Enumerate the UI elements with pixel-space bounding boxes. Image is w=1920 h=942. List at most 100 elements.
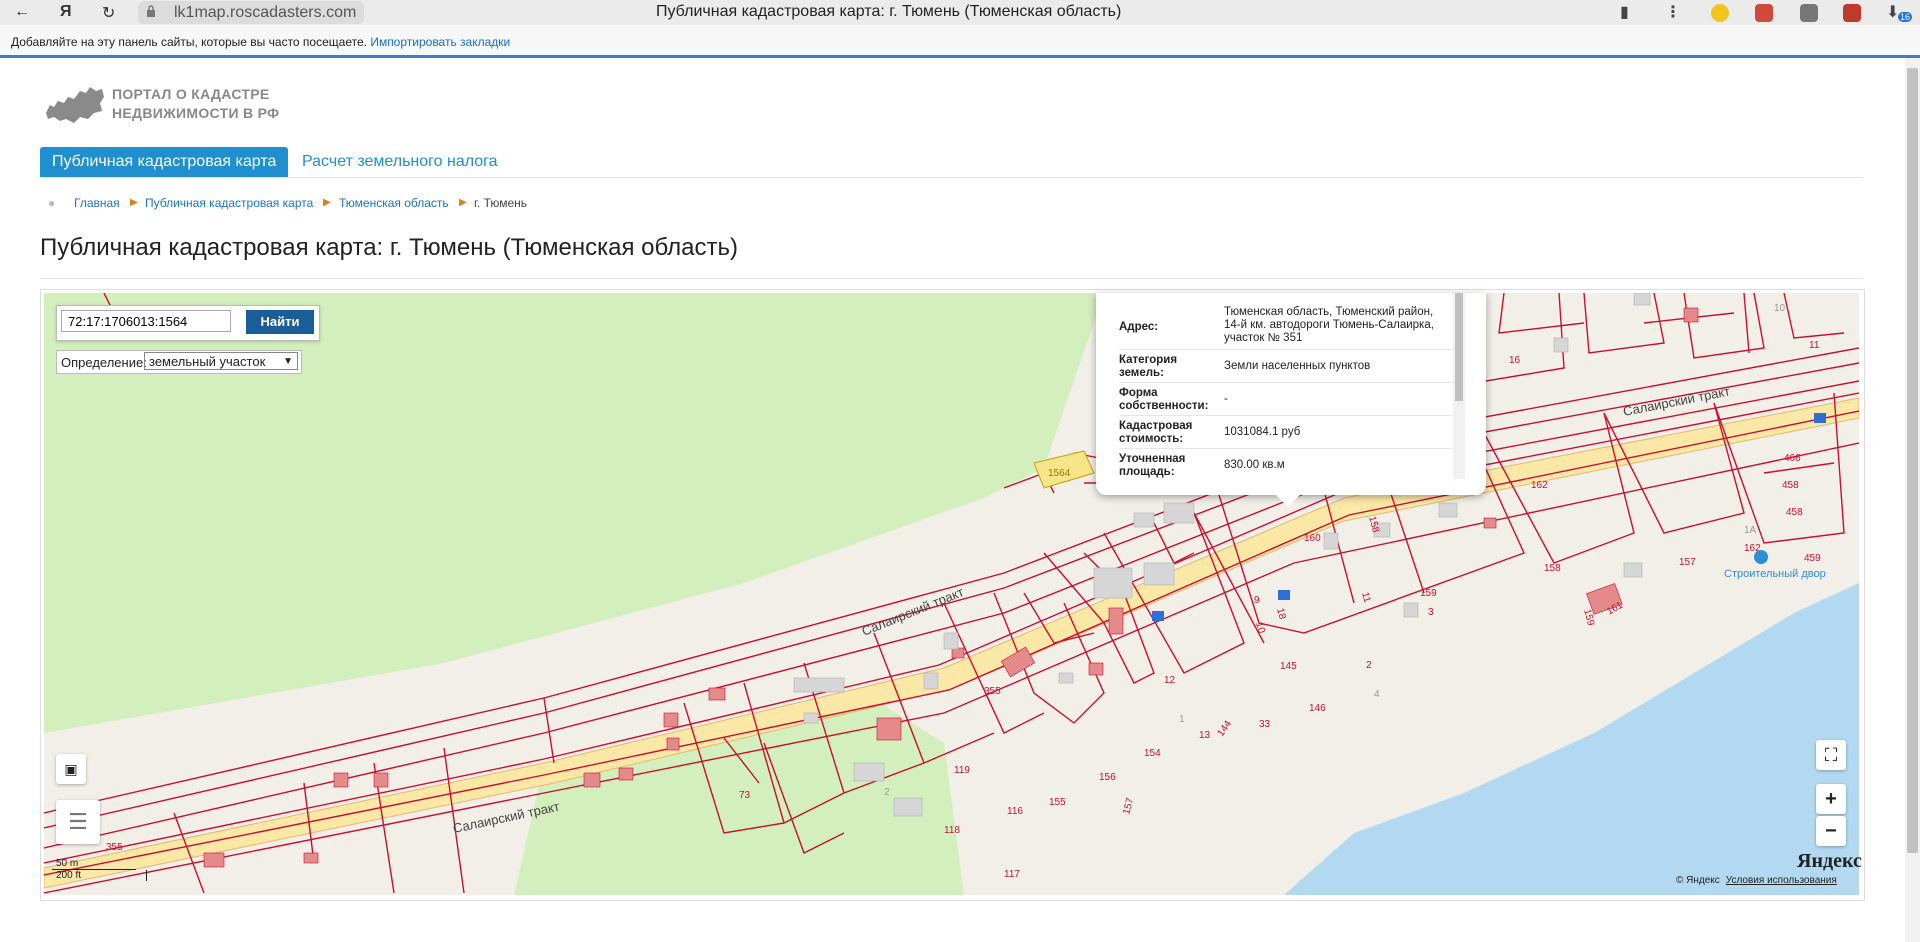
parcel-label: 119 — [954, 765, 970, 776]
download-badge: 16 — [1898, 12, 1913, 22]
popup-key: Кадастровая стоимость: — [1119, 420, 1193, 445]
extension-puzzle-icon[interactable] — [1800, 4, 1818, 22]
popup-value: - — [1224, 393, 1228, 405]
cadastral-search-panel: Найти — [56, 305, 320, 341]
breadcrumb-separator-icon: ▶ — [323, 197, 331, 208]
parcel-label: 9 — [1254, 595, 1260, 606]
yandex-logo[interactable]: Яндекс — [1797, 850, 1862, 873]
copyright-text: © Яндекс — [1676, 875, 1720, 886]
road-label-salairsky-1: Салаирский тракт — [860, 584, 966, 639]
parcel-label: 4 — [1374, 689, 1380, 700]
logo-line-2: НЕДВИЖИМОСТИ В РФ — [112, 105, 280, 121]
popup-key: Адрес: — [1119, 321, 1159, 333]
main-menu: Публичная кадастровая карта Расчет земел… — [40, 145, 1863, 178]
parcel-label: 118 — [944, 825, 960, 836]
ruler-icon[interactable]: ▣ — [56, 754, 86, 784]
parcel-label: 160 — [1304, 533, 1321, 544]
parcel-label: 12 — [1164, 675, 1176, 686]
menu-land-tax[interactable]: Расчет земельного налога — [302, 147, 498, 177]
popup-scrollbar-thumb[interactable] — [1455, 293, 1463, 401]
extension-lion-icon[interactable] — [1755, 4, 1773, 22]
cadastral-map[interactable]: Салаирский тракт Салаирский тракт Салаир… — [44, 293, 1859, 895]
breadcrumb-map[interactable]: Публичная кадастровая карта — [145, 196, 313, 210]
browser-page-title: Публичная кадастровая карта: г. Тюмень (… — [656, 3, 1122, 20]
page-scrollbar-thumb[interactable] — [1907, 68, 1918, 853]
lock-icon — [147, 5, 155, 17]
parcel-label: 1A — [1744, 525, 1757, 536]
parcel-label: 116 — [1007, 806, 1023, 817]
parcel-label: 458 — [1786, 507, 1803, 518]
scale-imperial: 200 ft — [52, 870, 147, 881]
bookmark-icon[interactable]: ▮ — [1620, 2, 1629, 22]
terms-link[interactable]: Условия использования — [1726, 875, 1837, 886]
location-pin-icon: ● — [48, 196, 56, 210]
popup-key: Категория земель: — [1119, 354, 1178, 379]
reload-icon[interactable]: ↻ — [102, 3, 115, 23]
parcel-label: 2 — [1366, 660, 1372, 671]
parcel-label: 13 — [1199, 730, 1211, 741]
parcel-label: 162 — [1531, 480, 1548, 491]
bus-stop-icon — [1814, 413, 1826, 423]
chevron-down-icon: ▼ — [283, 356, 293, 367]
fullscreen-icon[interactable]: ⛶ — [1816, 740, 1846, 770]
popup-row-ownership: Форма собственности: - — [1119, 383, 1454, 416]
url-text: lk1map.roscadasters.com — [174, 4, 357, 21]
divider — [40, 278, 1863, 279]
popup-row-land-category: Категория земель: Земли населенных пункто… — [1119, 350, 1454, 383]
address-bar[interactable]: lk1map.roscadasters.com — [138, 1, 364, 24]
map-copyright: © Яндекс Условия использования — [1676, 875, 1837, 886]
breadcrumb-separator-icon: ▶ — [459, 197, 467, 208]
popup-row-cadastral-cost: Кадастровая стоимость: 1031084.1 руб — [1119, 416, 1454, 449]
parcel-label: 3 — [1428, 607, 1434, 618]
page-scrollbar[interactable] — [1905, 58, 1920, 942]
parcel-label: 73 — [739, 790, 751, 801]
extension-green-icon[interactable] — [1711, 4, 1729, 22]
parcel-label: 10 — [1774, 303, 1786, 314]
parcel-label: 355 — [106, 842, 123, 853]
popup-value: Тюменская область, Тюменский район, 14-й … — [1224, 306, 1434, 344]
find-button[interactable]: Найти — [246, 310, 314, 334]
river — [1284, 583, 1859, 895]
yandex-browser-icon[interactable]: Я — [60, 3, 72, 21]
bookmark-hint: Добавляйте на эту панель сайты, которые … — [11, 35, 367, 49]
popup-row-address: Адрес: Тюменская область, Тюменский райо… — [1119, 303, 1454, 350]
menu-dots-icon[interactable]: ⋮ — [1665, 2, 1681, 22]
popup-value: 830.00 кв.м — [1224, 459, 1285, 471]
layers-icon[interactable]: ☰ — [56, 800, 100, 844]
popup-pointer — [1274, 493, 1302, 507]
extension-mail-icon[interactable] — [1843, 4, 1861, 22]
parcel-label: 157 — [1121, 796, 1136, 815]
popup-row-area: Уточненная площадь: 830.00 кв.м — [1119, 449, 1454, 481]
breadcrumb-current: г. Тюмень — [474, 196, 528, 210]
breadcrumb-region[interactable]: Тюменская область — [339, 196, 449, 210]
breadcrumb-home[interactable]: Главная — [74, 196, 120, 210]
cadastral-number-input[interactable] — [61, 310, 231, 332]
bookmarks-bar: Добавляйте на эту панель сайты, которые … — [0, 25, 1920, 58]
browser-toolbar: ← Я ↻ lk1map.roscadasters.com Публичная … — [0, 0, 1920, 25]
store-poi-icon[interactable] — [1754, 550, 1768, 564]
download-icon[interactable]: ⬇ — [1886, 2, 1899, 22]
selected-parcel-label: 1564 — [1048, 468, 1071, 479]
site-logo-text[interactable]: ПОРТАЛ О КАДАСТРЕ НЕДВИЖИМОСТИ В РФ — [112, 85, 279, 123]
definition-select-value: земельный участок — [149, 354, 266, 369]
map-canvas[interactable]: Салаирский тракт Салаирский тракт Салаир… — [44, 293, 1859, 895]
parcel-label: 16 — [1509, 355, 1521, 366]
parcel-label: 18 — [1274, 607, 1288, 621]
parcel-label: 146 — [1309, 703, 1326, 714]
zoom-out-button[interactable]: − — [1816, 816, 1846, 846]
parcel-label: 144 — [1215, 718, 1234, 738]
parcel-label: 117 — [1004, 869, 1020, 880]
parcel-label: 145 — [1280, 661, 1297, 672]
definition-select[interactable]: земельный участок ▼ — [144, 352, 298, 370]
parcel-label: 11 — [1359, 591, 1372, 604]
import-bookmarks-link[interactable]: Импортировать закладки — [370, 35, 510, 49]
back-icon[interactable]: ← — [14, 3, 30, 21]
parcel-label: 10 — [1253, 621, 1267, 635]
zoom-in-button[interactable]: + — [1816, 784, 1846, 814]
russia-map-logo-icon[interactable] — [44, 83, 106, 125]
parcel-label: 11 — [1809, 340, 1820, 351]
logo-line-1: ПОРТАЛ О КАДАСТРЕ — [112, 86, 270, 102]
menu-cadastral-map[interactable]: Публичная кадастровая карта — [40, 147, 289, 177]
parcel-info-popup: Адрес: Тюменская область, Тюменский райо… — [1096, 293, 1486, 507]
popup-scrollbar[interactable] — [1453, 293, 1465, 479]
